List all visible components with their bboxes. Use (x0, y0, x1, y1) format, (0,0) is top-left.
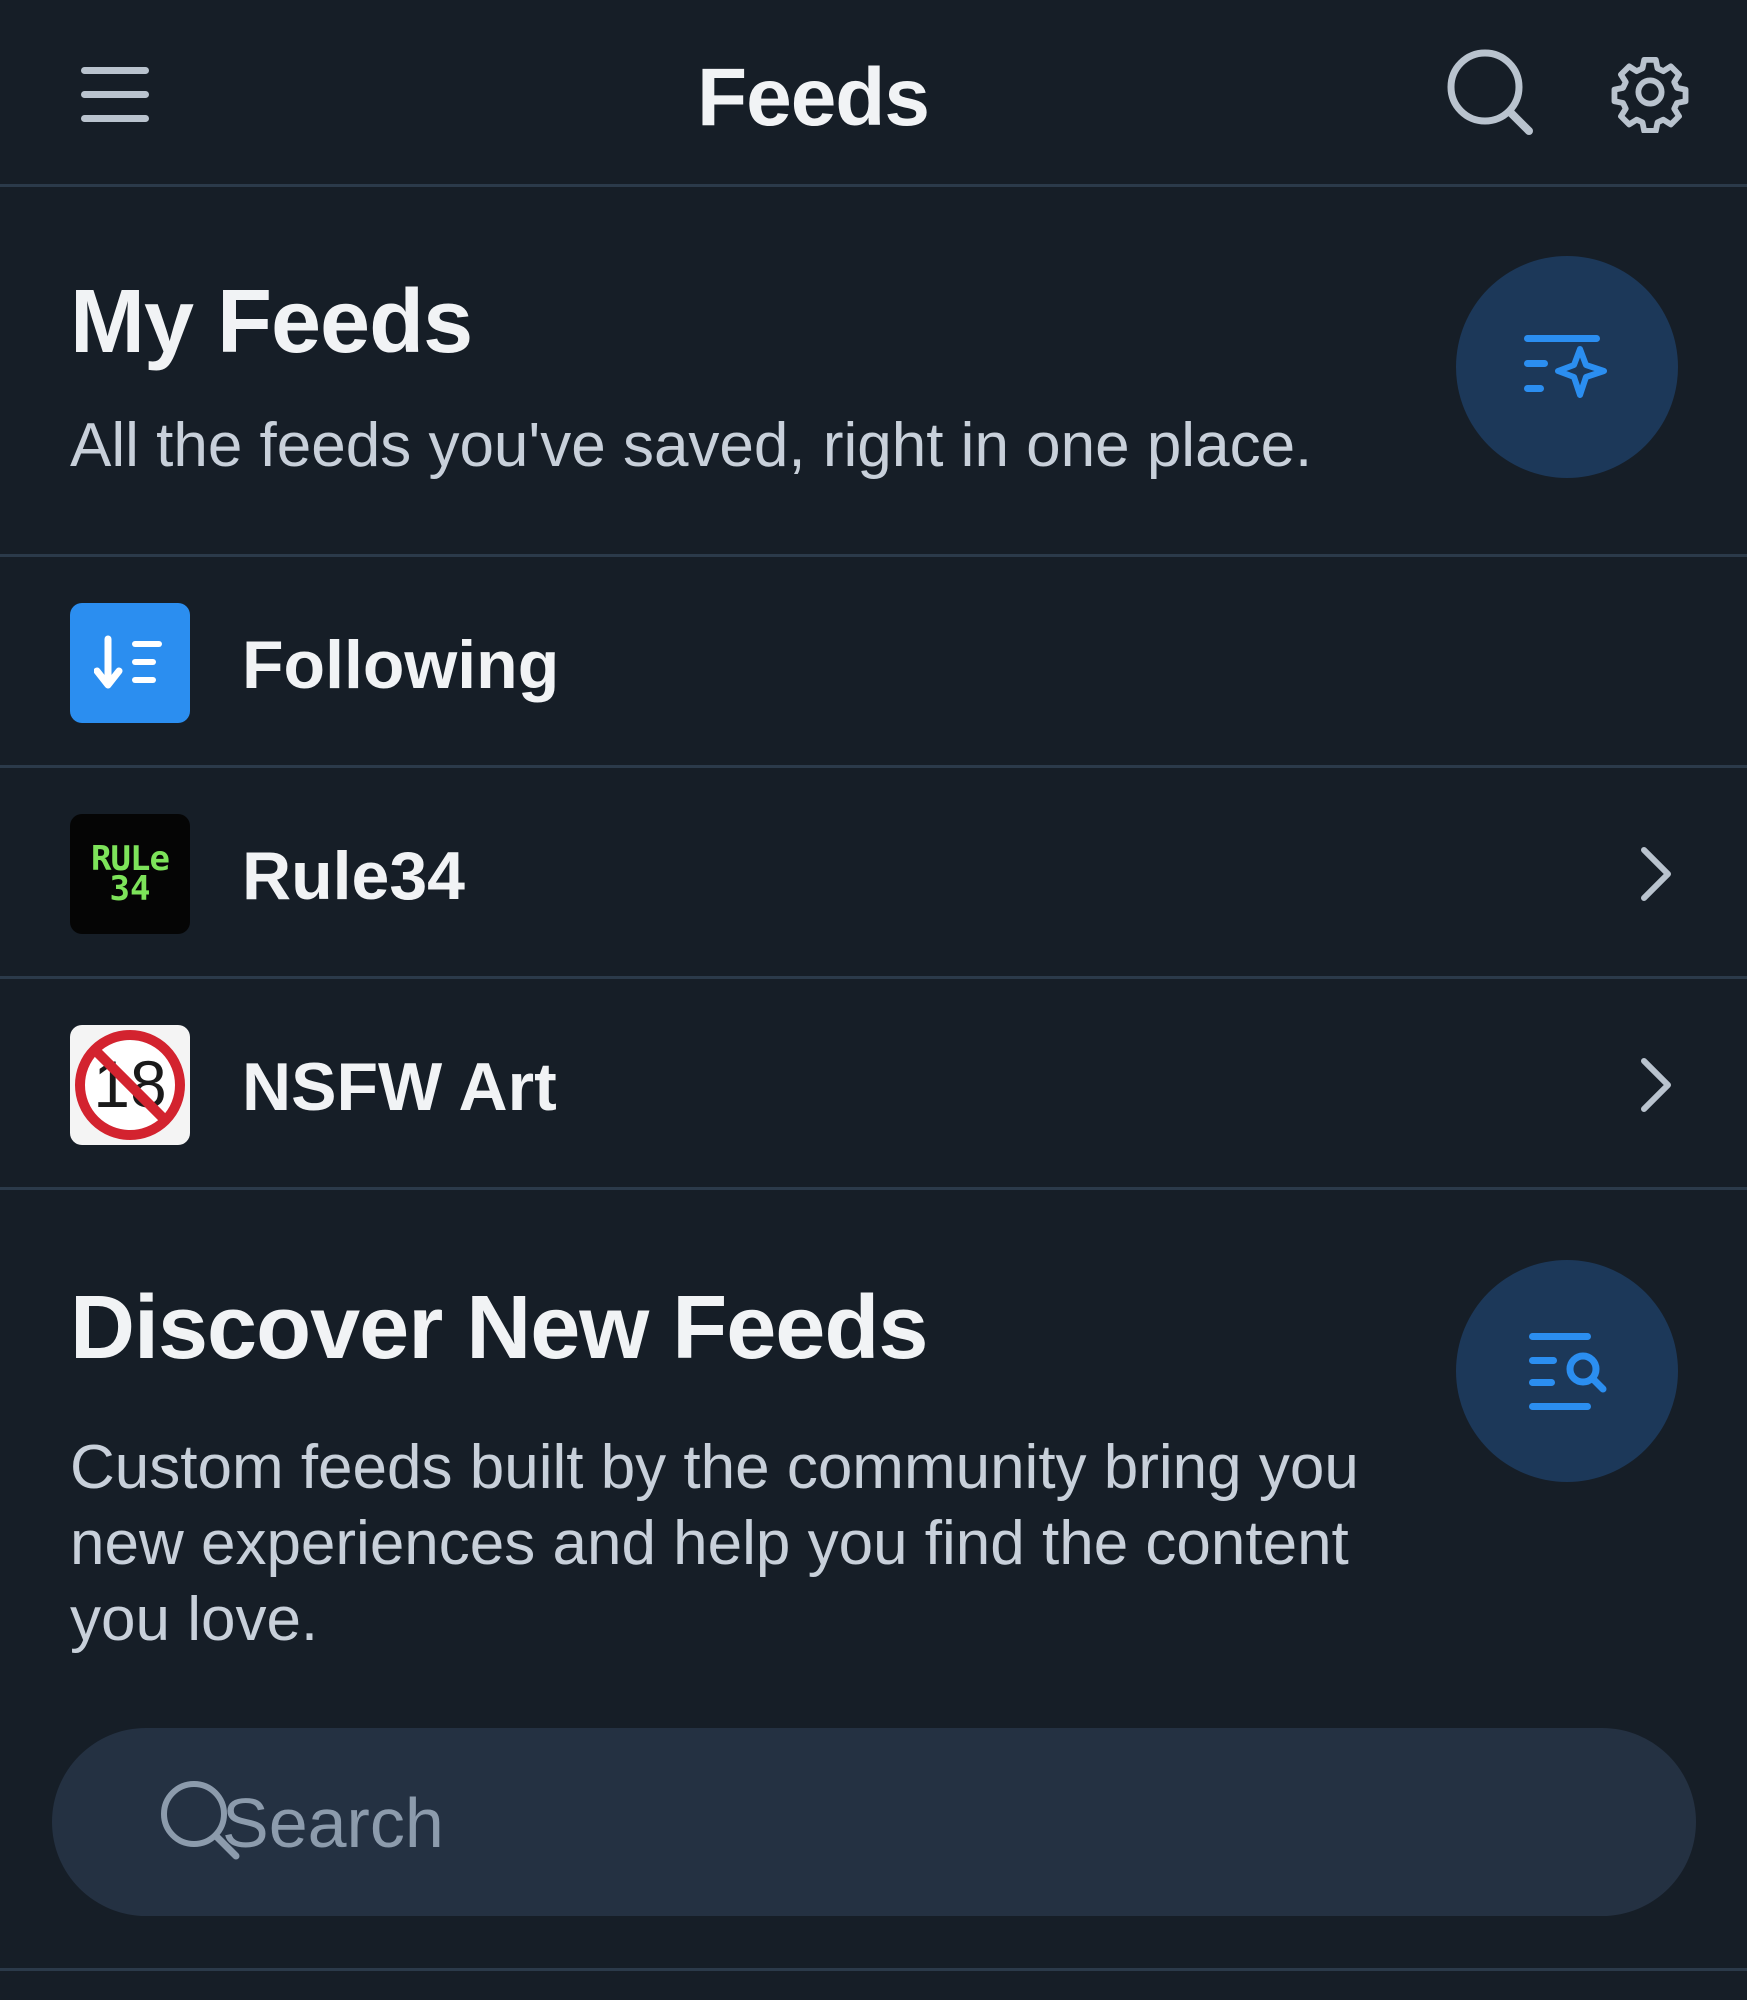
edit-my-feeds-button[interactable] (1456, 256, 1678, 478)
list-sparkle-icon (1524, 335, 1607, 398)
feed-row-following[interactable]: Following (0, 557, 1747, 765)
chevron-right-icon[interactable] (1630, 1055, 1680, 1115)
divider (0, 1187, 1747, 1190)
feed-row-nsfw-art[interactable]: 18 NSFW Art (0, 979, 1747, 1187)
search-icon (1447, 49, 1533, 135)
my-feeds-description: All the feeds you've saved, right in one… (70, 411, 1313, 480)
nsfw-art-feed-avatar: 18 (70, 1025, 190, 1145)
discover-title: Discover New Feeds (70, 1278, 928, 1378)
gear-icon (1611, 56, 1689, 133)
following-sort-icon (94, 635, 162, 689)
rule34-logo-line2: 34 (109, 869, 151, 909)
feed-name: Following (242, 627, 560, 703)
no-under-18-icon: 18 (75, 1030, 185, 1140)
feed-name: Rule34 (242, 838, 465, 914)
list-search-icon (1529, 1333, 1607, 1410)
rule34-feed-avatar: RULe 34 (70, 814, 190, 934)
search-feeds-field[interactable] (52, 1728, 1696, 1916)
my-feeds-title: My Feeds (70, 272, 473, 372)
feed-name: NSFW Art (242, 1049, 557, 1125)
settings-button[interactable] (1600, 42, 1700, 142)
search-input[interactable] (220, 1772, 1624, 1874)
page-title: Feeds (697, 52, 930, 143)
chevron-right-icon[interactable] (1630, 844, 1680, 904)
feed-row-rule34[interactable]: RULe 34 Rule34 (0, 768, 1747, 976)
divider (0, 1968, 1747, 1971)
top-app-bar: Feeds (0, 0, 1747, 184)
search-button[interactable] (1440, 42, 1540, 142)
divider (0, 184, 1747, 187)
discover-feeds-button[interactable] (1456, 1260, 1678, 1482)
discover-description: Custom feeds built by the community brin… (70, 1433, 1359, 1654)
following-feed-avatar (70, 603, 190, 723)
